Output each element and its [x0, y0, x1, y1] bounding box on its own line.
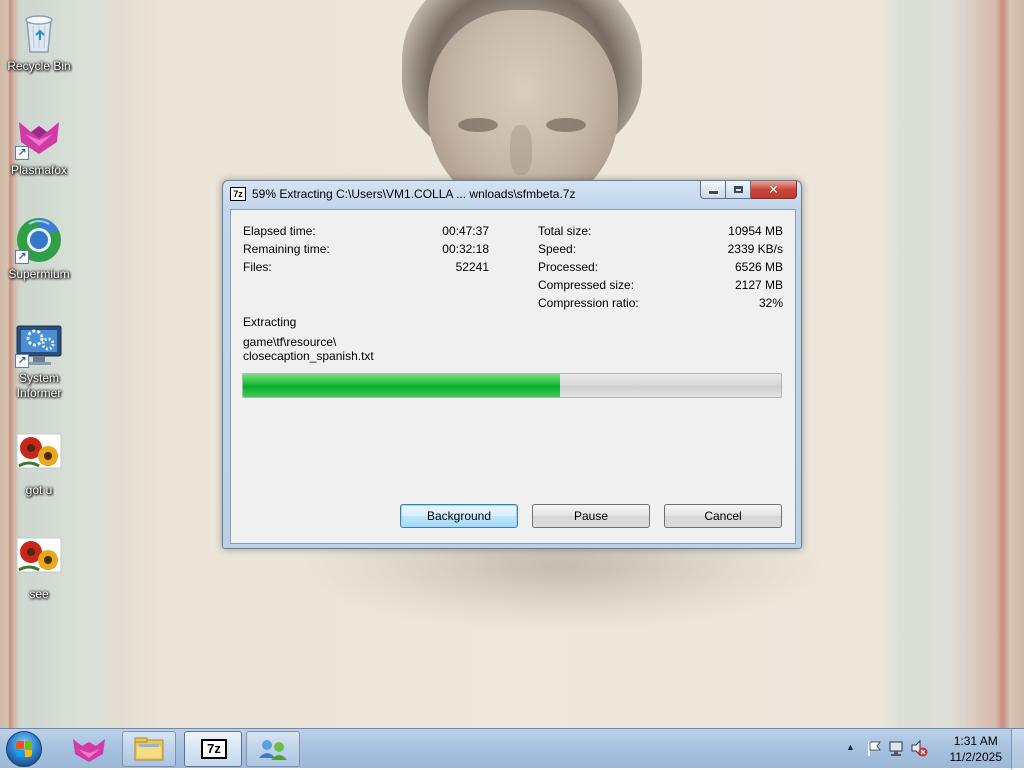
cancel-button[interactable]: Cancel: [664, 504, 782, 528]
taskbar-7zip[interactable]: 7z: [184, 731, 242, 767]
taskbar-clock[interactable]: 1:31 AM 11/2/2025: [950, 733, 1003, 765]
desktop-icon-recycle-bin[interactable]: Recycle Bin: [1, 8, 77, 74]
desktop-icon-label: Supermium: [8, 267, 70, 281]
processed-value: 6526 MB: [734, 260, 783, 274]
action-center-flag-icon[interactable]: [866, 739, 882, 757]
desktop-icon-label: Plasmafox: [10, 163, 68, 177]
plasmafox-icon: ↗: [15, 112, 63, 160]
elapsed-time-label: Elapsed time:: [243, 224, 316, 238]
desktop-icon-system-informer[interactable]: ↗ System Informer: [1, 320, 77, 401]
dialog-titlebar[interactable]: 7z 59% Extracting C:\Users\VM1.COLLA ...…: [223, 181, 801, 207]
speed-label: Speed:: [538, 242, 577, 256]
desktop-icon-supermium[interactable]: ↗ Supermium: [1, 216, 77, 282]
maximize-button[interactable]: [726, 181, 751, 199]
shortcut-arrow-icon: ↗: [15, 250, 29, 264]
elapsed-time-value: 00:47:37: [442, 224, 489, 238]
background-button[interactable]: Background: [400, 504, 518, 528]
show-desktop-button[interactable]: [1011, 729, 1024, 769]
flower-image-icon: [15, 536, 63, 584]
taskbar: 7z ▲ 1:31 AM 11/2/2025: [0, 728, 1024, 769]
system-tray: ▲ 1:31 AM 11/2/2025: [834, 729, 1024, 769]
current-file-name: closecaption_spanish.txt: [243, 349, 374, 363]
wallpaper-portrait-nose: [510, 125, 532, 175]
clock-date: 11/2/2025: [949, 750, 1003, 764]
caption-buttons: ✕: [700, 181, 797, 200]
dialog-title: 59% Extracting C:\Users\VM1.COLLA ... wn…: [252, 187, 576, 201]
network-app-icon: [259, 740, 287, 760]
pause-button[interactable]: Pause: [532, 504, 650, 528]
close-button[interactable]: ✕: [751, 181, 797, 199]
start-button[interactable]: [6, 731, 42, 767]
7zip-icon: 7z: [201, 739, 227, 759]
taskbar-network-app[interactable]: [246, 731, 300, 767]
minimize-icon: [707, 190, 719, 195]
desktop-icon-plasmafox[interactable]: ↗ Plasmafox: [1, 112, 77, 178]
flower-image-icon: [15, 432, 63, 480]
volume-muted-icon[interactable]: [910, 739, 928, 757]
extract-progress-dialog: 7z 59% Extracting C:\Users\VM1.COLLA ...…: [222, 180, 802, 549]
show-hidden-icons-icon[interactable]: ▲: [846, 742, 855, 752]
total-size-label: Total size:: [538, 224, 592, 238]
plasmafox-icon: [73, 739, 105, 762]
files-value: 52241: [455, 260, 489, 274]
system-informer-icon: ↗: [15, 320, 63, 368]
processed-label: Processed:: [538, 260, 599, 274]
network-icon[interactable]: [888, 739, 906, 757]
files-label: Files:: [243, 260, 272, 274]
compression-ratio-label: Compression ratio:: [538, 296, 639, 310]
recycle-bin-icon: [15, 8, 63, 56]
clock-time: 1:31 AM: [953, 734, 998, 748]
shortcut-arrow-icon: ↗: [15, 354, 29, 368]
compressed-size-label: Compressed size:: [538, 278, 635, 292]
file-explorer-icon: [134, 737, 164, 761]
current-file-path: game\tf\resource\: [243, 335, 337, 349]
status-label: Extracting: [243, 315, 297, 329]
extract-progress-bar: [242, 373, 782, 398]
desktop-icon-label: got u: [25, 483, 53, 497]
progress-fill: [243, 374, 561, 397]
desktop-icon-label: System Informer: [16, 371, 62, 400]
wallpaper-portrait-eye: [546, 118, 586, 132]
desktop-icon-label: see: [29, 587, 49, 601]
desktop-icon-label: Recycle Bin: [7, 59, 71, 73]
close-icon: ✕: [768, 181, 779, 197]
remaining-time-label: Remaining time:: [243, 242, 330, 256]
windows-start-icon: [16, 741, 32, 757]
remaining-time-value: 00:32:18: [442, 242, 489, 256]
supermium-icon: ↗: [15, 216, 63, 264]
compression-ratio-value: 32%: [758, 296, 783, 310]
total-size-value: 10954 MB: [728, 224, 783, 238]
taskbar-file-explorer[interactable]: [122, 731, 176, 767]
compressed-size-value: 2127 MB: [734, 278, 783, 292]
desktop-icon-see[interactable]: see: [1, 536, 77, 602]
minimize-button[interactable]: [700, 181, 726, 199]
speed-value: 2339 KB/s: [727, 242, 783, 256]
wallpaper-portrait-eye: [458, 118, 498, 132]
maximize-icon: [733, 186, 743, 193]
shortcut-arrow-icon: ↗: [15, 146, 29, 160]
7zip-icon: 7z: [230, 187, 246, 201]
desktop-icon-got-u[interactable]: got u: [1, 432, 77, 498]
taskbar-plasmafox[interactable]: [62, 731, 116, 767]
